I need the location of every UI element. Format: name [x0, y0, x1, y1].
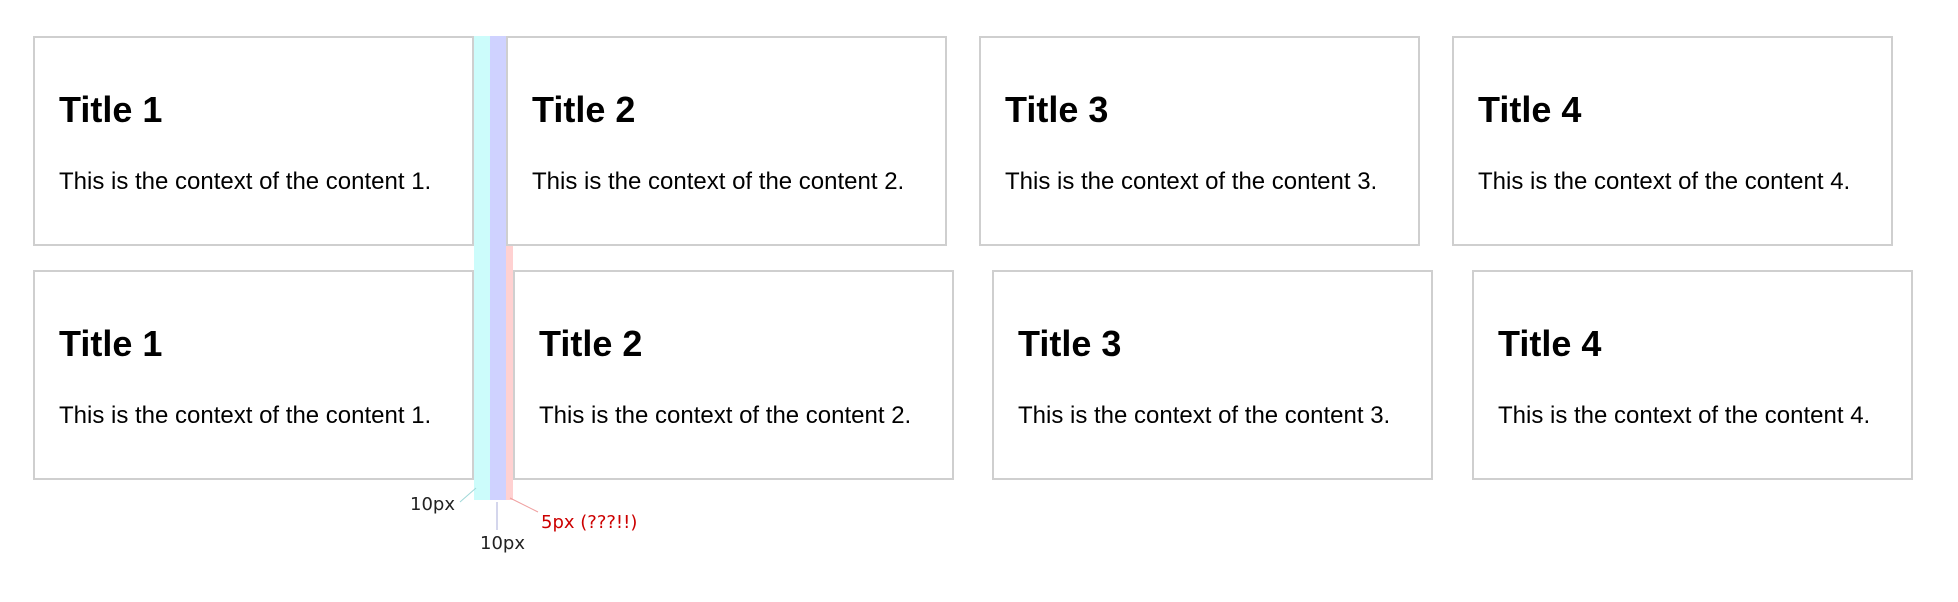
- card-text: This is the context of the content 1.: [59, 402, 432, 429]
- card-title: Title 4: [1498, 323, 1602, 364]
- card-title: Title 1: [59, 89, 163, 130]
- card-title: Title 3: [1005, 89, 1109, 130]
- card-row2-1: Title 1 This is the context of the conte…: [33, 270, 474, 480]
- card-row1-1: Title 1 This is the context of the conte…: [33, 36, 474, 246]
- gap-highlight-cyan: [474, 36, 490, 500]
- card-title: Title 2: [539, 323, 643, 364]
- card-text: This is the context of the content 2.: [532, 168, 905, 195]
- leader-extra-gap: [509, 497, 539, 513]
- label-middle-gap: 10px: [480, 533, 525, 554]
- label-left-gap: 10px: [410, 494, 455, 515]
- card-row2-2: Title 2 This is the context of the conte…: [513, 270, 954, 480]
- card-row2-4: Title 4 This is the context of the conte…: [1472, 270, 1913, 480]
- label-extra-gap: 5px (???!!): [541, 512, 638, 533]
- card-title: Title 4: [1478, 89, 1582, 130]
- card-title: Title 3: [1018, 323, 1122, 364]
- card-text: This is the context of the content 1.: [59, 168, 432, 195]
- card-row1-3: Title 3 This is the context of the conte…: [979, 36, 1420, 246]
- card-text: This is the context of the content 3.: [1005, 168, 1378, 195]
- card-row1-4: Title 4 This is the context of the conte…: [1452, 36, 1893, 246]
- card-text: This is the context of the content 2.: [539, 402, 912, 429]
- card-text: This is the context of the content 4.: [1498, 402, 1871, 429]
- card-title: Title 2: [532, 89, 636, 130]
- gap-highlight-pink: [506, 245, 513, 500]
- gap-highlight-blue: [490, 36, 506, 500]
- card-title: Title 1: [59, 323, 163, 364]
- card-row1-2: Title 2 This is the context of the conte…: [506, 36, 947, 246]
- card-text: This is the context of the content 4.: [1478, 168, 1851, 195]
- card-text: This is the context of the content 3.: [1018, 402, 1391, 429]
- card-row2-3: Title 3 This is the context of the conte…: [992, 270, 1433, 480]
